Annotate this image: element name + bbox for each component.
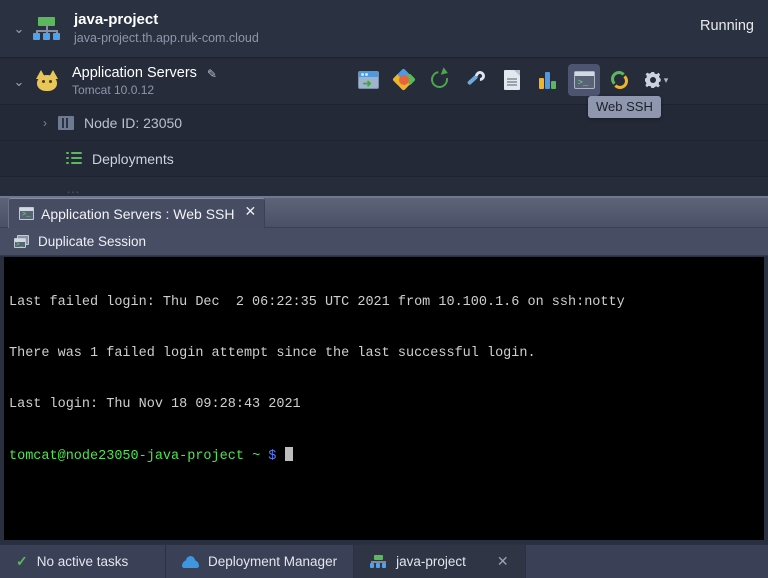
terminal-cursor (284, 447, 293, 461)
node-id-label: Node ID: 23050 (84, 114, 183, 131)
terminal-line: There was 1 failed login attempt since t… (9, 346, 536, 361)
node-group-text: Application Servers ✎ Tomcat 10.0.12 (72, 65, 217, 98)
status-filler (525, 545, 768, 578)
status-project-tab[interactable]: java-project ✕ (354, 545, 526, 578)
terminal-line: Last login: Thu Nov 18 09:28:43 2021 (9, 397, 301, 412)
project-label: java-project (396, 554, 466, 569)
marketplace-hexagon-icon (392, 68, 416, 91)
status-tasks[interactable]: ✓ No active tasks (0, 545, 166, 578)
status-deployment-manager[interactable]: Deployment Manager (166, 545, 355, 578)
duplicate-window-icon: >_ (14, 235, 29, 248)
environment-topology-icon (32, 16, 62, 42)
environment-name: java-project (74, 10, 159, 28)
deployments-list-icon (66, 152, 82, 165)
tasks-label: No active tasks (36, 554, 129, 569)
log-button[interactable] (496, 64, 528, 96)
restart-button[interactable] (424, 64, 456, 96)
terminal-output[interactable]: Last failed login: Thu Dec 2 06:22:35 UT… (4, 257, 764, 540)
deployments-label: Deployments (92, 150, 174, 167)
terminal-line: Last failed login: Thu Dec 2 06:22:35 UT… (9, 295, 625, 310)
deployments-row[interactable]: Deployments (0, 141, 768, 176)
tab-label: Application Servers : Web SSH (41, 205, 235, 222)
tomcat-icon (32, 69, 62, 94)
open-in-browser-button[interactable]: ➜ (352, 64, 384, 96)
refresh-circular-arrows-icon (610, 70, 630, 90)
clipped-row-text: … (66, 180, 80, 196)
browser-window-arrow-icon: ➜ (357, 71, 379, 90)
status-bar: ✓ No active tasks Deployment Manager jav… (0, 544, 768, 578)
prompt-user-host: tomcat@node23050-java-project (9, 449, 244, 464)
environment-topology-icon (370, 555, 387, 568)
deployment-manager-label: Deployment Manager (208, 554, 338, 569)
web-ssh-panel: >_ Application Servers : Web SSH ✕ >_ Du… (0, 196, 768, 544)
duplicate-session-bar[interactable]: >_ Duplicate Session (0, 228, 768, 256)
pencil-icon[interactable]: ✎ (207, 67, 217, 81)
marketplace-button[interactable] (388, 64, 420, 96)
close-icon[interactable]: ✕ (245, 203, 257, 220)
cloud-icon (182, 555, 199, 568)
document-icon (504, 70, 520, 90)
close-icon[interactable]: ✕ (497, 553, 509, 570)
settings-button[interactable]: ▾ (640, 64, 672, 96)
check-icon: ✓ (16, 553, 28, 569)
node-group-toolbar: ➜ >_ ▾ (352, 62, 672, 98)
wrench-icon (466, 68, 488, 90)
node-group-engine: Tomcat 10.0.12 (72, 83, 155, 97)
duplicate-session-label: Duplicate Session (38, 234, 147, 249)
refresh-button[interactable] (604, 64, 636, 96)
terminal-prompt-line: tomcat@node23050-java-project ~ $ (9, 447, 764, 465)
terminal-icon: >_ (573, 71, 595, 89)
prompt-path: ~ (252, 449, 261, 464)
panel-tabbar: >_ Application Servers : Web SSH ✕ (0, 198, 768, 228)
statistics-button[interactable] (532, 64, 564, 96)
environment-domain[interactable]: java-project.th.app.ruk-com.cloud (74, 30, 259, 47)
chevron-right-icon[interactable]: › (32, 116, 58, 130)
restart-arrow-icon (427, 67, 452, 92)
config-button[interactable] (460, 64, 492, 96)
bar-chart-icon (538, 71, 558, 89)
environment-header[interactable]: ⌄ java-project java-project.th.app.ruk-c… (0, 0, 768, 58)
web-ssh-button[interactable]: >_ (568, 64, 600, 96)
tab-web-ssh[interactable]: >_ Application Servers : Web SSH ✕ (8, 198, 266, 228)
node-group-title: Application Servers (72, 65, 197, 81)
environment-text: java-project java-project.th.app.ruk-com… (74, 11, 259, 47)
status-badge: Running (699, 18, 754, 34)
chevron-down-icon[interactable]: ⌄ (6, 21, 32, 37)
jelastic-dashboard: ⌄ java-project java-project.th.app.ruk-c… (0, 0, 768, 578)
gear-icon (644, 71, 662, 89)
chevron-down-icon[interactable]: ⌄ (6, 74, 32, 90)
chevron-down-icon[interactable]: ▾ (664, 75, 669, 86)
tooltip-web-ssh: Web SSH (588, 96, 661, 118)
server-node-icon (58, 115, 74, 130)
terminal-icon: >_ (19, 207, 34, 220)
